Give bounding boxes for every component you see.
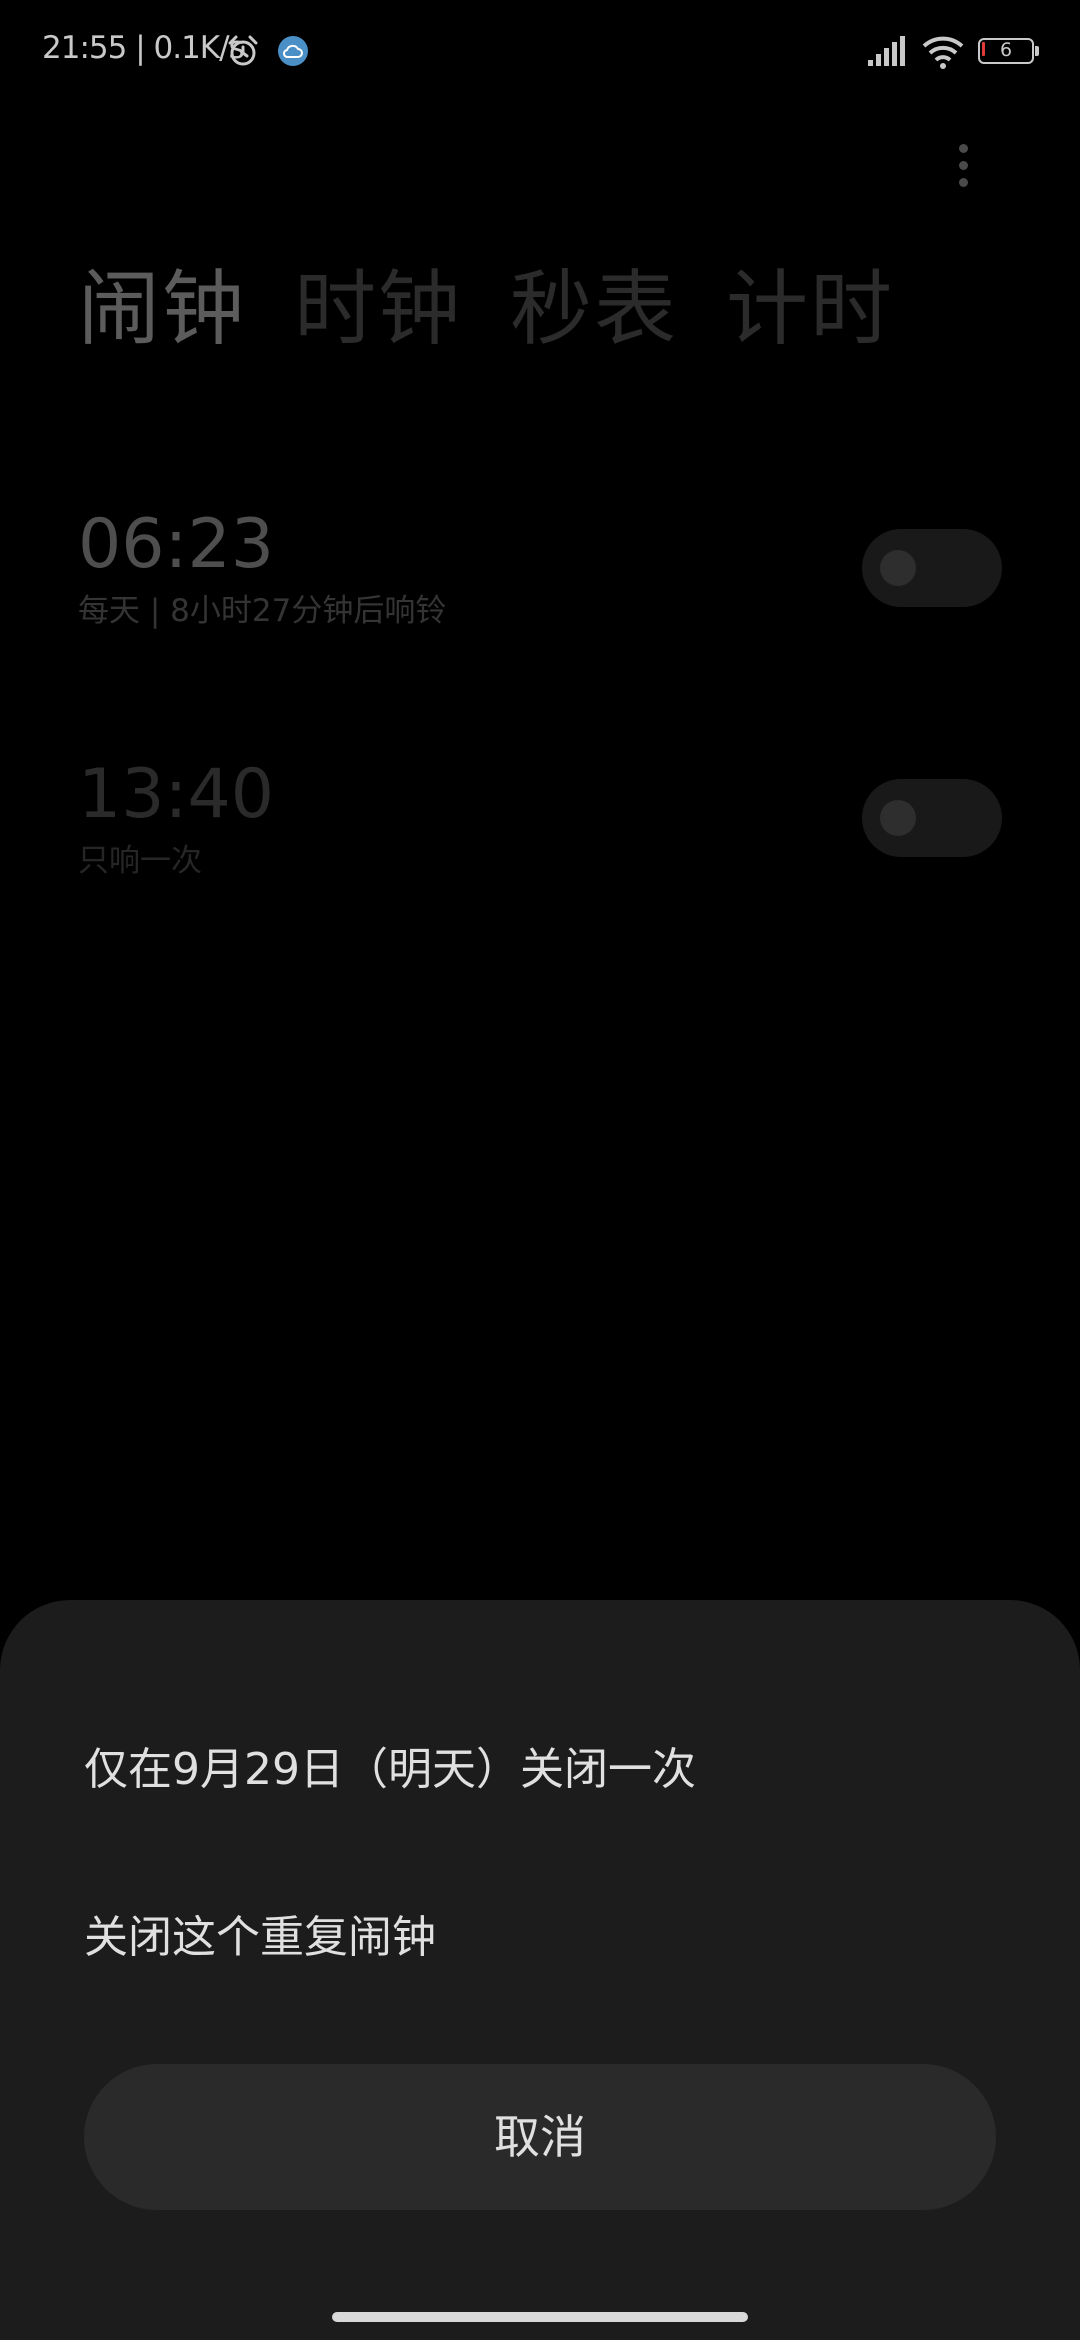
- turn-off-once-option[interactable]: 仅在9月29日（明天）关闭一次: [84, 1740, 696, 1800]
- cancel-button[interactable]: 取消: [84, 2064, 996, 2210]
- alarm-time: 06:23: [78, 505, 274, 584]
- alarm-icon: [228, 35, 258, 66]
- alarm-toggle[interactable]: [862, 529, 1002, 607]
- status-time-speed: 21:55 | 0.1K/s: [42, 30, 245, 66]
- tab-bar: 闹钟 时钟 秒表 计时: [78, 260, 942, 360]
- status-bar: 21:55 | 0.1K/s 6: [0, 0, 1080, 100]
- signal-icon: [868, 36, 905, 66]
- cloud-icon: [278, 36, 308, 66]
- alarm-subtitle: 只响一次: [78, 843, 202, 879]
- battery-icon: 6: [978, 38, 1040, 68]
- alarm-time: 13:40: [78, 755, 274, 834]
- tab-stopwatch[interactable]: 秒表: [510, 260, 678, 360]
- wifi-icon: [922, 36, 964, 69]
- alarm-item[interactable]: 13:40 只响一次: [78, 755, 1002, 895]
- home-indicator[interactable]: [332, 2312, 748, 2322]
- turn-off-repeating-option[interactable]: 关闭这个重复闹钟: [84, 1908, 436, 1968]
- alarm-subtitle: 每天 | 8小时27分钟后响铃: [78, 593, 447, 629]
- tab-alarm[interactable]: 闹钟: [78, 260, 246, 360]
- alarm-item[interactable]: 06:23 每天 | 8小时27分钟后响铃: [78, 505, 1002, 645]
- tab-timer[interactable]: 计时: [726, 260, 894, 360]
- alarm-toggle[interactable]: [862, 779, 1002, 857]
- screen: 21:55 | 0.1K/s 6 闹钟 时钟 秒表 计时 06:23 每天 | …: [0, 0, 1080, 2340]
- battery-level: 6: [999, 39, 1013, 61]
- more-vertical-icon[interactable]: [955, 144, 971, 194]
- bottom-sheet: 仅在9月29日（明天）关闭一次 关闭这个重复闹钟 取消: [0, 1600, 1080, 2340]
- clock-app-background: 闹钟 时钟 秒表 计时 06:23 每天 | 8小时27分钟后响铃 13:40 …: [0, 100, 1080, 1600]
- tab-clock[interactable]: 时钟: [294, 260, 462, 360]
